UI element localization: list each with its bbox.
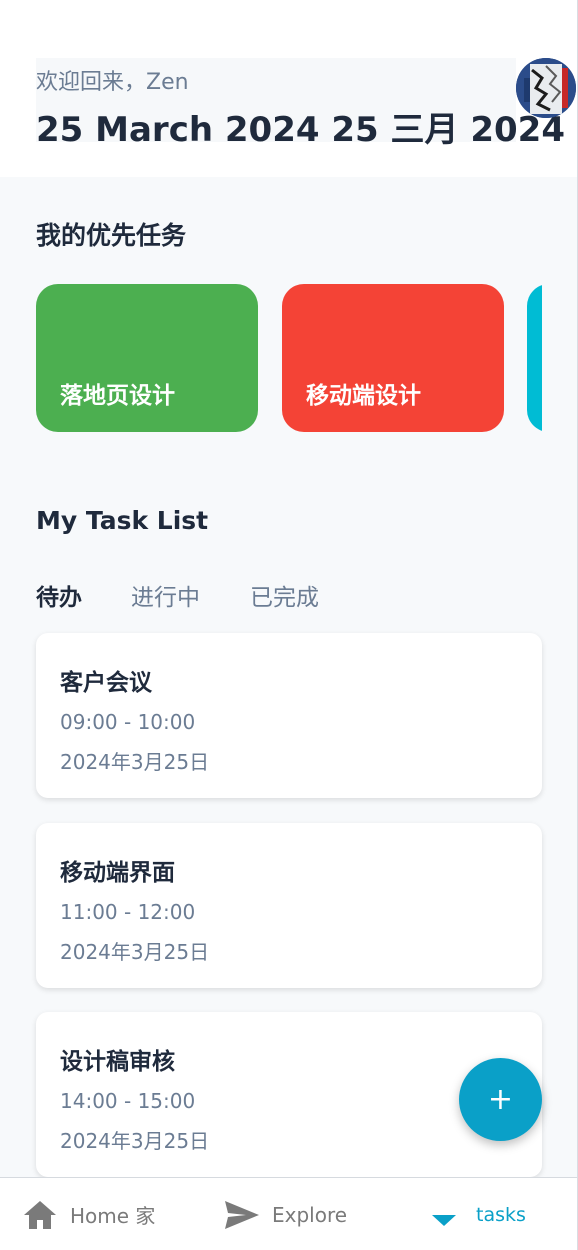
home-icon <box>24 1200 56 1229</box>
date-title: 25 March 2024 25 三月 2024 <box>36 110 565 150</box>
task-list-title: My Task List <box>36 506 209 535</box>
bottom-nav: Home 家 Explore tasks <box>0 1177 577 1250</box>
tab-todo[interactable]: 待办 <box>36 578 82 612</box>
task-title: 客户会议 <box>60 670 152 696</box>
task-time: 14:00 - 15:00 <box>60 1089 196 1113</box>
greeting-block: 欢迎回来，Zen 25 March 2024 25 三月 2024 <box>36 58 565 150</box>
avatar-image-icon <box>516 58 576 118</box>
priority-cards-row[interactable]: 落地页设计 移动端设计 <box>36 284 542 432</box>
task-date: 2024年3月25日 <box>60 940 210 964</box>
task-time: 11:00 - 12:00 <box>60 900 196 924</box>
greeting-text: 欢迎回来，Zen <box>36 70 189 95</box>
task-title: 设计稿审核 <box>60 1049 175 1075</box>
task-card[interactable]: 客户会议 09:00 - 10:00 2024年3月25日 <box>36 633 542 798</box>
priority-card-partial[interactable] <box>527 284 542 432</box>
priority-section-title: 我的优先任务 <box>36 221 187 250</box>
tab-in-progress[interactable]: 进行中 <box>131 578 200 612</box>
caret-down-icon <box>432 1214 456 1226</box>
avatar[interactable] <box>516 58 576 118</box>
priority-card-mobile[interactable]: 移动端设计 <box>282 284 504 432</box>
nav-item-home[interactable]: Home 家 <box>22 1178 155 1250</box>
plus-icon: + <box>487 1081 514 1117</box>
nav-label-explore: Explore <box>272 1202 348 1227</box>
add-task-button[interactable]: + <box>459 1058 542 1141</box>
send-icon <box>225 1200 259 1229</box>
header: 欢迎回来，Zen 25 March 2024 25 三月 2024 <box>0 0 577 177</box>
priority-card-label: 落地页设计 <box>60 383 175 409</box>
app-screen: 欢迎回来，Zen 25 March 2024 25 三月 2024 我的优先任务… <box>0 0 578 1250</box>
priority-card-landing-page[interactable]: 落地页设计 <box>36 284 258 432</box>
task-card[interactable]: 移动端界面 11:00 - 12:00 2024年3月25日 <box>36 823 542 988</box>
priority-card-label: 移动端设计 <box>306 383 421 409</box>
nav-label-tasks: tasks <box>476 1203 526 1226</box>
nav-item-explore[interactable]: Explore <box>224 1178 347 1250</box>
tab-completed[interactable]: 已完成 <box>250 578 319 612</box>
task-title: 移动端界面 <box>60 860 175 886</box>
nav-label-home: Home 家 <box>70 1204 156 1228</box>
task-date: 2024年3月25日 <box>60 1129 210 1153</box>
nav-item-tasks[interactable]: tasks <box>432 1178 526 1250</box>
task-date: 2024年3月25日 <box>60 750 210 774</box>
task-time: 09:00 - 10:00 <box>60 710 196 734</box>
